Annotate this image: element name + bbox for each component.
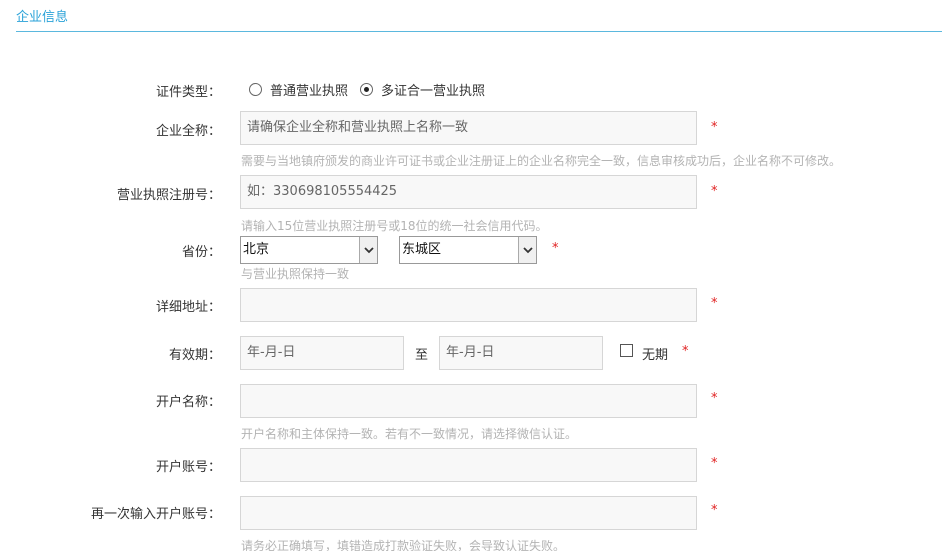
account-name-label: 开户名称： <box>155 395 221 410</box>
account-no-confirm-hint: 请务必正确填写，填错造成打款验证失败，会导致认证失败。 <box>241 539 566 551</box>
province-label: 省份： <box>181 245 221 260</box>
account-name-input[interactable] <box>240 384 697 418</box>
company-name-input[interactable]: 请确保企业全称和营业执照上名称一致 <box>240 111 697 145</box>
radio-normal-license[interactable] <box>249 82 262 96</box>
section-divider <box>16 31 942 32</box>
district-select-value: 东城区 <box>402 242 442 257</box>
address-input[interactable] <box>240 288 697 322</box>
validity-to-label: 至 <box>415 348 429 363</box>
license-no-hint: 请输入15位营业执照注册号或18位的统一社会信用代码。 <box>241 219 548 233</box>
radio-normal-license-label[interactable]: 普通营业执照 <box>270 80 348 99</box>
province-select[interactable]: 北京 <box>240 236 378 264</box>
required-mark: * <box>711 184 718 199</box>
cert-type-radio-group: 普通营业执照 多证合一营业执照 <box>249 80 497 99</box>
radio-multi-license-label[interactable]: 多证合一营业执照 <box>381 80 485 99</box>
account-no-input[interactable] <box>240 448 697 482</box>
license-no-input[interactable]: 如：330698105554425 <box>240 175 697 209</box>
validity-start-input[interactable]: 年-月-日 <box>240 336 404 370</box>
cert-type-label: 证件类型： <box>155 85 221 100</box>
province-hint: 与营业执照保持一致 <box>241 267 350 281</box>
account-no-confirm-label: 再一次输入开户账号： <box>90 507 221 522</box>
validity-end-input[interactable]: 年-月-日 <box>439 336 603 370</box>
required-mark: * <box>682 344 689 359</box>
account-no-confirm-input[interactable] <box>240 496 697 530</box>
required-mark: * <box>711 391 718 406</box>
no-expiry-label[interactable]: 无期 <box>642 344 668 363</box>
radio-multi-license[interactable] <box>360 82 374 96</box>
account-no-label: 开户账号： <box>155 460 221 475</box>
section-title: 企业信息 <box>16 10 69 25</box>
company-name-label: 企业全称： <box>155 124 221 139</box>
license-no-label: 营业执照注册号： <box>116 188 221 203</box>
required-mark: * <box>711 296 718 311</box>
district-select[interactable]: 东城区 <box>399 236 537 264</box>
required-mark: * <box>711 503 718 518</box>
company-name-hint: 需要与当地镇府颁发的商业许可证书或企业注册证上的企业名称完全一致，信息审核成功后… <box>241 154 842 168</box>
chevron-down-icon[interactable] <box>359 237 377 263</box>
no-expiry-checkbox[interactable] <box>620 344 633 357</box>
required-mark: * <box>711 456 718 471</box>
validity-label: 有效期： <box>168 348 221 363</box>
required-mark: * <box>711 120 718 135</box>
address-label: 详细地址： <box>155 300 221 315</box>
chevron-down-icon[interactable] <box>518 237 536 263</box>
province-select-value: 北京 <box>243 242 270 257</box>
account-name-hint: 开户名称和主体保持一致。若有不一致情况，请选择微信认证。 <box>241 427 578 441</box>
required-mark: * <box>552 241 559 256</box>
